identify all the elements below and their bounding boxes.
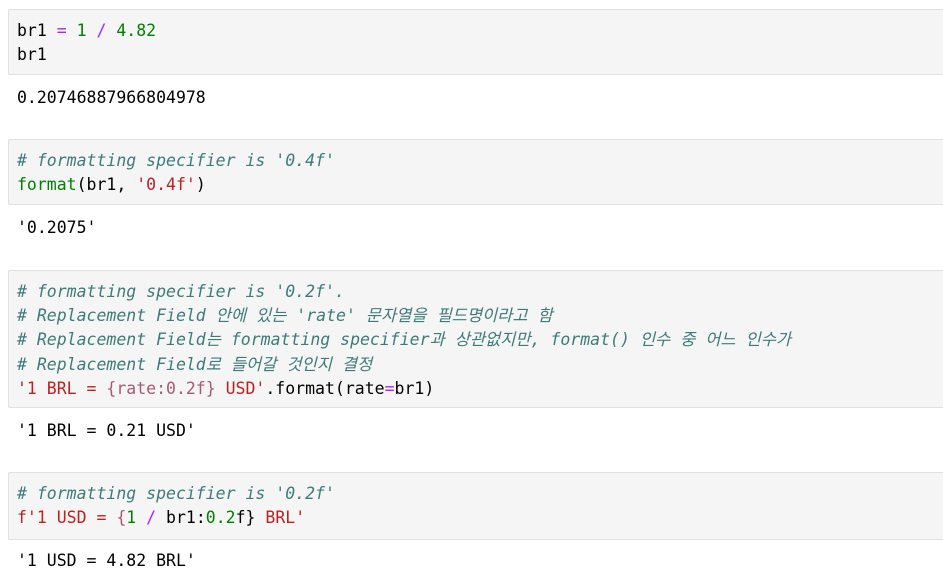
code-line: # Replacement Field 안에 있는 'rate' 문자열을 필드… <box>17 304 943 328</box>
output-2: '0.2075' <box>17 218 97 237</box>
code-editor-2[interactable]: # formatting specifier is '0.4f' format(b… <box>9 140 943 197</box>
code-cell-2[interactable]: # formatting specifier is '0.4f' format(b… <box>8 139 943 205</box>
code-line: br1 = 1 / 4.82 <box>17 19 943 43</box>
string-token: USD' <box>215 378 266 398</box>
operator-token: / <box>96 21 107 40</box>
operator-token: / <box>146 508 157 528</box>
notebook: br1 = 1 / 4.82 br1 0.20746887966804978 # … <box>0 0 943 583</box>
code-line: # formatting specifier is '0.2f'. <box>17 280 943 304</box>
code-token: br1 <box>17 21 57 40</box>
operator-token: = <box>384 378 395 398</box>
number-token: 4.82 <box>116 21 157 40</box>
number-token: 1 <box>126 508 137 528</box>
string-token: '1 BRL = <box>17 378 107 398</box>
output-1: 0.20746887966804978 <box>17 88 206 107</box>
code-cell-4[interactable]: # formatting specifier is '0.2f' f'1 USD … <box>8 472 943 540</box>
builtin-token: format <box>17 175 77 195</box>
code-line: # formatting specifier is '0.4f' <box>17 149 943 173</box>
code-line: '1 BRL = {rate:0.2f} USD'.format(rate=br… <box>17 377 943 401</box>
string-token: '0.4f' <box>136 175 196 195</box>
number-token: 1 <box>76 21 87 40</box>
code-line: # formatting specifier is '0.2f' <box>17 482 943 506</box>
code-token: br1) <box>394 378 435 398</box>
code-line: format(br1, '0.4f') <box>17 173 943 197</box>
interpolation-token: { <box>116 508 127 528</box>
comment-token: # Replacement Field 안에 있는 'rate' 문자열을 필드… <box>17 306 553 326</box>
comment-token: # Replacement Field는 formatting specifie… <box>17 330 792 350</box>
code-token: ) <box>195 175 206 195</box>
string-token: BRL' <box>265 508 306 528</box>
code-editor-3[interactable]: # formatting specifier is '0.2f'. # Repla… <box>9 271 943 401</box>
code-editor-1[interactable]: br1 = 1 / 4.82 br1 <box>9 10 943 67</box>
code-cell-1[interactable]: br1 = 1 / 4.82 br1 <box>8 9 943 75</box>
code-editor-4[interactable]: # formatting specifier is '0.2f' f'1 USD … <box>9 473 943 530</box>
code-line: f'1 USD = {1 / br1:0.2f} BRL' <box>17 506 943 530</box>
string-token: f'1 USD = <box>17 508 117 528</box>
code-token: br1 <box>17 45 47 65</box>
comment-token: # Replacement Field로 들어갈 것인지 결정 <box>17 354 373 374</box>
comment-token: # formatting specifier is '0.2f' <box>17 484 335 503</box>
code-line: # Replacement Field는 formatting specifie… <box>17 328 943 352</box>
output-3: '1 BRL = 0.21 USD' <box>17 421 196 440</box>
code-token: (br1, <box>76 175 137 195</box>
code-token: f} <box>235 508 266 528</box>
comment-token: # formatting specifier is '0.4f' <box>17 151 335 170</box>
code-token: .format(rate <box>265 378 385 398</box>
number-token: 0.2 <box>205 508 236 528</box>
comment-token: # formatting specifier is '0.2f'. <box>17 282 345 301</box>
code-cell-3[interactable]: # formatting specifier is '0.2f'. # Repla… <box>8 270 943 408</box>
code-line: # Replacement Field로 들어갈 것인지 결정 <box>17 353 943 377</box>
output-4: '1 USD = 4.82 BRL' <box>17 551 196 570</box>
code-token: br1: <box>156 508 206 528</box>
operator-token: = <box>56 21 67 40</box>
interpolation-token: {rate:0.2f} <box>106 378 216 398</box>
code-line: br1 <box>17 43 943 67</box>
